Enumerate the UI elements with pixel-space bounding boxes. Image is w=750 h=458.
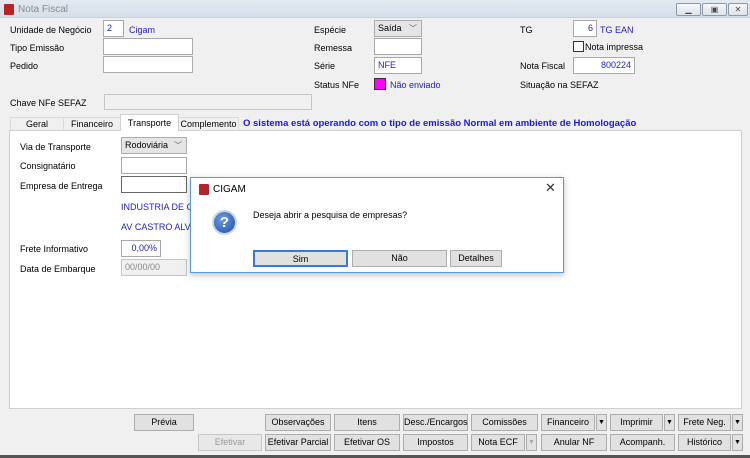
via-transporte-select[interactable]: Rodoviária ﹀ <box>121 137 187 154</box>
tg-input[interactable]: 6 <box>573 20 597 37</box>
via-transporte-label: Via de Transporte <box>20 142 91 152</box>
status-color-indicator <box>374 78 386 90</box>
dialog-message: Deseja abrir a pesquisa de empresas? <box>253 210 408 220</box>
chevron-down-icon: ﹀ <box>409 24 417 33</box>
nota-ecf-button[interactable]: Nota ECF <box>471 434 525 451</box>
question-icon: ? <box>212 210 237 235</box>
nota-fiscal-input[interactable]: 800224 <box>573 57 635 74</box>
frete-neg-button[interactable]: Frete Neg. <box>678 414 731 431</box>
frete-neg-dropdown-icon[interactable]: ▼ <box>732 414 743 431</box>
environment-message: O sistema está operando com o tipo de em… <box>243 118 637 129</box>
efetivar-button[interactable]: Efetivar <box>198 434 262 451</box>
empresa-entrega-label: Empresa de Entrega <box>20 181 103 191</box>
chave-nfe-label: Chave NFe SEFAZ <box>10 98 87 108</box>
unidade-input[interactable]: 2 <box>103 20 124 37</box>
nota-fiscal-label: Nota Fiscal <box>520 61 566 71</box>
title-bar: Nota Fiscal ▁ ▣ ✕ <box>0 0 750 18</box>
desc-encargos-button[interactable]: Desc./Encargos <box>403 414 468 431</box>
comissoes-button[interactable]: Comissões <box>471 414 538 431</box>
via-transporte-value: Rodoviária <box>125 140 169 150</box>
dialog-close-icon[interactable]: ✕ <box>545 180 556 196</box>
previa-button[interactable]: Prévia <box>134 414 194 431</box>
serie-input[interactable]: NFE <box>374 57 422 74</box>
pedido-input[interactable] <box>103 56 193 73</box>
pedido-label: Pedido <box>10 61 39 71</box>
nota-ecf-dropdown-icon[interactable]: ▼ <box>526 434 537 451</box>
nota-impressa-checkbox[interactable] <box>573 41 584 52</box>
cigam-logo-icon <box>199 184 209 195</box>
confirm-dialog: CIGAM ✕ ? Deseja abrir a pesquisa de emp… <box>190 177 564 273</box>
minimize-button[interactable]: ▁ <box>676 3 701 16</box>
status-nfe-label: Status NFe <box>314 80 360 90</box>
observacoes-button[interactable]: Observações <box>265 414 331 431</box>
consignatario-label: Consignatário <box>20 161 76 171</box>
window-title: Nota Fiscal <box>18 4 69 15</box>
tab-transporte[interactable]: Transporte <box>120 114 179 131</box>
data-embarque-input[interactable]: 00/00/00 <box>121 259 187 276</box>
nota-impressa-label: Nota impressa <box>585 42 644 52</box>
serie-label: Série <box>314 61 336 71</box>
especie-select[interactable]: Saída ﹀ <box>374 20 422 37</box>
tipo-emissao-input[interactable] <box>103 38 193 55</box>
tab-complemento[interactable]: Complemento <box>178 117 239 131</box>
close-window-button[interactable]: ✕ <box>728 3 748 16</box>
frete-informativo-label: Frete Informativo <box>20 244 89 254</box>
frete-informativo-input[interactable]: 0,00% <box>121 240 161 257</box>
especie-label: Espécie <box>314 25 347 35</box>
historico-button[interactable]: Histórico <box>678 434 731 451</box>
imprimir-button[interactable]: Imprimir <box>610 414 663 431</box>
remessa-label: Remessa <box>314 43 353 53</box>
data-embarque-label: Data de Embarque <box>20 264 96 274</box>
historico-dropdown-icon[interactable]: ▼ <box>732 434 743 451</box>
financeiro-dropdown-icon[interactable]: ▼ <box>596 414 607 431</box>
efetivar-os-button[interactable]: Efetivar OS <box>334 434 400 451</box>
cigam-logo-icon <box>4 4 14 15</box>
dialog-title: CIGAM <box>213 184 246 195</box>
efetivar-parcial-button[interactable]: Efetivar Parcial <box>265 434 331 451</box>
tipo-emissao-label: Tipo Emissão <box>10 43 65 53</box>
anular-nf-button[interactable]: Anular NF <box>541 434 607 451</box>
restore-button[interactable]: ▣ <box>702 3 727 16</box>
tg-name: TG EAN <box>600 25 634 35</box>
unidade-name: Cigam <box>129 25 156 35</box>
yes-button[interactable]: Sim <box>253 250 348 267</box>
especie-value: Saída <box>378 23 402 33</box>
consignatario-input[interactable] <box>121 157 187 174</box>
status-nfe-value: Não enviado <box>390 80 441 90</box>
itens-button[interactable]: Itens <box>334 414 400 431</box>
chevron-down-icon: ﹀ <box>174 141 182 150</box>
details-button[interactable]: Detalhes <box>450 250 502 267</box>
acompanh-button[interactable]: Acompanh. <box>610 434 675 451</box>
tab-geral[interactable]: Geral <box>10 117 64 131</box>
impostos-button[interactable]: Impostos <box>403 434 468 451</box>
unidade-label: Unidade de Negócio <box>10 25 92 35</box>
empresa-entrega-input[interactable] <box>121 176 187 193</box>
tab-financeiro[interactable]: Financeiro <box>63 117 121 131</box>
chave-nfe-input[interactable] <box>104 94 312 110</box>
tg-label: TG <box>520 25 533 35</box>
financeiro-button[interactable]: Financeiro <box>541 414 595 431</box>
no-button[interactable]: Não <box>352 250 447 267</box>
remessa-input[interactable] <box>374 38 422 55</box>
imprimir-dropdown-icon[interactable]: ▼ <box>664 414 675 431</box>
situacao-sefaz-label: Situação na SEFAZ <box>520 80 599 90</box>
